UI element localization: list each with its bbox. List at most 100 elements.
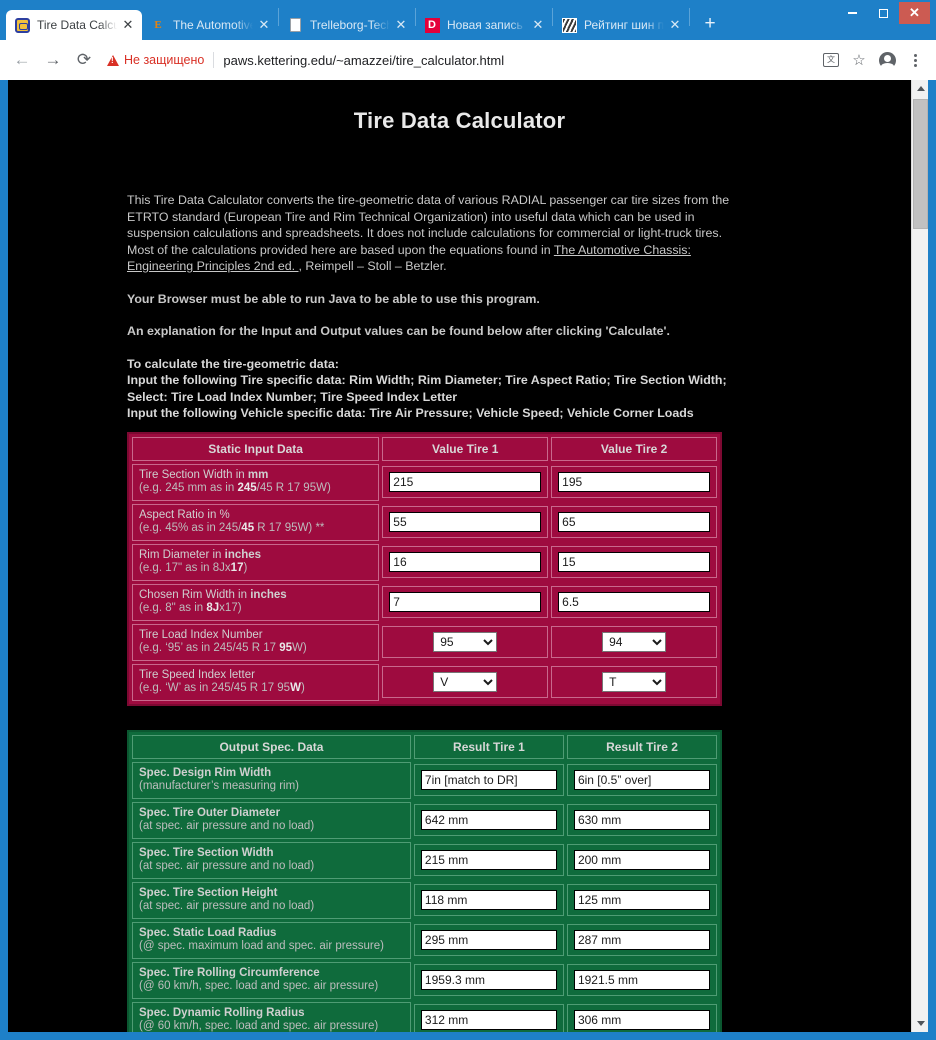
table-row: Spec. Tire Rolling Circumference (@ 60 k… [132, 961, 717, 999]
close-icon[interactable]: ✕ [256, 17, 272, 33]
translate-icon[interactable]: 文 [818, 47, 844, 73]
column-header-result2: Result Tire 2 [606, 739, 678, 754]
maximize-button[interactable] [868, 2, 899, 24]
row-sublabel-bold: 245 [237, 482, 257, 494]
row-label: Tire Section Width in [139, 468, 248, 481]
row-label: Spec. Static Load Radius [139, 926, 277, 939]
row-sublabel: (@ 60 km/h, spec. load and spec. air pre… [139, 1020, 379, 1032]
minimize-button[interactable] [837, 2, 868, 24]
row-label: Spec. Design Rim Width [139, 766, 272, 779]
close-icon[interactable]: ✕ [667, 17, 683, 33]
url-text: paws.kettering.edu/~amazzei/tire_calcula… [223, 52, 505, 68]
output-spec-table: Output Spec. Data Result Tire 1 Result T… [127, 729, 722, 1032]
row-sublabel: (manufacturer’s measuring rim) [139, 780, 299, 792]
row-sublabel-pre: (e.g. 45% as in 245/ [139, 522, 242, 534]
new-tab-button[interactable]: + [696, 11, 724, 39]
intro-paragraph: This Tire Data Calculator converts the t… [127, 192, 733, 275]
close-icon[interactable]: ✕ [530, 17, 546, 33]
howto-line-2: Select: Tire Load Index Number; Tire Spe… [127, 389, 458, 404]
table-row: Spec. Dynamic Rolling Radius (@ 60 km/h,… [132, 1001, 717, 1032]
tire1-aspect-ratio-input[interactable] [389, 512, 542, 532]
static-input-table: Static Input Data Value Tire 1 Value Tir… [127, 431, 722, 706]
forward-icon[interactable]: → [39, 46, 67, 74]
tab-tire-data-calculator[interactable]: Tire Data Calcu ✕ [6, 10, 142, 40]
serif-e-icon: E [154, 18, 162, 31]
intro-text-post: , Reimpell – Stoll – Betzler. [298, 259, 447, 273]
vertical-scrollbar[interactable] [911, 80, 928, 1032]
tire2-load-index-select[interactable]: 94 [602, 632, 667, 652]
close-icon[interactable]: ✕ [393, 17, 409, 33]
security-warning[interactable]: Не защищено [107, 53, 204, 67]
row-sublabel-pre: (e.g. 245 mm as in [139, 482, 238, 494]
tire1-rim-diameter-input[interactable] [389, 552, 542, 572]
profile-icon[interactable] [874, 47, 900, 73]
row-sublabel-bold: 8J [206, 602, 220, 614]
scroll-down-icon[interactable] [912, 1015, 928, 1032]
dzen-d-icon: D [424, 17, 440, 33]
tab-strip: Tire Data Calcu ✕ E The Automotive ✕ Tre… [0, 0, 936, 40]
row-sublabel: (at spec. air pressure and no load) [139, 860, 315, 872]
result1-static-load-radius [420, 930, 557, 950]
row-label: Spec. Tire Section Height [139, 886, 278, 899]
tire1-speed-index-select[interactable]: V [433, 672, 498, 692]
security-warning-label: Не защищено [124, 53, 205, 67]
address-bar[interactable]: Не защищено paws.kettering.edu/~amazzei/… [107, 47, 810, 73]
row-label: Spec. Tire Rolling Circumference [139, 966, 320, 979]
tire2-speed-index-select[interactable]: T [602, 672, 667, 692]
tire1-load-index-select[interactable]: 95 [433, 632, 498, 652]
row-label: Tire Load Index Number [139, 628, 263, 641]
java-note: Your Browser must be able to run Java to… [127, 291, 540, 306]
tire2-rim-width-input[interactable] [558, 592, 710, 612]
tab-reyting-shin[interactable]: Рейтинг шин п ✕ [553, 10, 689, 40]
howto-section: To calculate the tire-geometric data: In… [127, 356, 733, 422]
column-header-label: Static Input Data [208, 441, 303, 456]
kebab-menu-icon[interactable] [902, 47, 928, 73]
column-header-label: Output Spec. Data [219, 739, 324, 754]
tab-divider [689, 8, 690, 26]
tab-label: Рейтинг шин п [584, 18, 664, 32]
scrollbar-thumb[interactable] [913, 99, 928, 229]
page-title: Tire Data Calculator [353, 108, 566, 133]
tire1-rim-width-input[interactable] [389, 592, 542, 612]
table-row: Spec. Tire Section Height (at spec. air … [132, 881, 717, 919]
result1-design-rim-width [420, 770, 557, 790]
table-row: Tire Load Index Number (e.g. ‘95’ as in … [132, 623, 717, 661]
scroll-up-icon[interactable] [912, 80, 928, 97]
tire2-section-width-input[interactable] [558, 472, 710, 492]
howto-line-1: Input the following Tire specific data: … [127, 373, 727, 387]
page-content: Tire Data Calculator This Tire Data Calc… [8, 80, 911, 1032]
result1-rolling-circumference [420, 970, 557, 990]
close-window-button[interactable]: ✕ [899, 2, 930, 24]
tab-the-automotive[interactable]: E The Automotive ✕ [142, 10, 278, 40]
tire1-section-width-input[interactable] [389, 472, 542, 492]
omnibox-divider [213, 52, 215, 68]
result2-design-rim-width [573, 770, 710, 790]
row-sublabel: (@ 60 km/h, spec. load and spec. air pre… [139, 980, 379, 992]
table-row: Tire Section Width in mm (e.g. 245 mm as… [132, 463, 717, 501]
row-label: Spec. Tire Section Width [139, 846, 274, 859]
close-icon[interactable]: ✕ [120, 17, 136, 33]
tire-rating-icon [561, 17, 577, 33]
bookmark-star-icon[interactable]: ☆ [846, 47, 872, 73]
tire2-rim-diameter-input[interactable] [558, 552, 710, 572]
toolbar-actions: 文 ☆ [816, 47, 928, 73]
row-sublabel-post: x17) [219, 602, 242, 614]
row-sublabel-pre: (e.g. 8" as in [139, 602, 207, 614]
row-label-bold: mm [247, 468, 269, 481]
row-sublabel-post: W) [292, 642, 307, 654]
back-icon[interactable]: ← [8, 46, 36, 74]
reload-icon[interactable]: ⟳ [70, 46, 98, 74]
tab-trelleborg-tech[interactable]: Trelleborg-Tech ✕ [279, 10, 415, 40]
howto-line-0: To calculate the tire-geometric data: [127, 356, 339, 371]
tire2-aspect-ratio-input[interactable] [558, 512, 710, 532]
kettering-icon [14, 17, 30, 33]
row-sublabel-pre: (e.g. ‘95’ as in 245/45 R 17 [139, 642, 280, 654]
table-row: Chosen Rim Width in inches (e.g. 8" as i… [132, 583, 717, 621]
table-row: Aspect Ratio in % (e.g. 45% as in 245/45… [132, 503, 717, 541]
explanation-note: An explanation for the Input and Output … [127, 324, 670, 338]
column-header-result1: Result Tire 1 [453, 739, 525, 754]
intro-section: This Tire Data Calculator converts the t… [8, 192, 911, 422]
tab-novaya-zapis[interactable]: D Новая запись ✕ [416, 10, 552, 40]
table-row: Spec. Tire Outer Diameter (at spec. air … [132, 801, 717, 839]
page-viewport: Tire Data Calculator This Tire Data Calc… [8, 80, 928, 1032]
